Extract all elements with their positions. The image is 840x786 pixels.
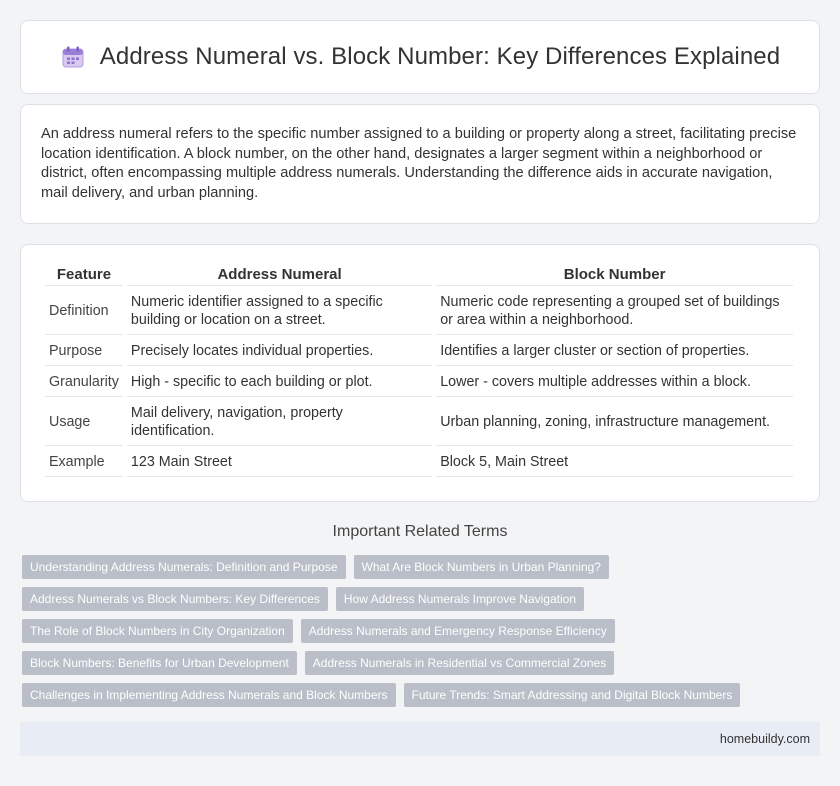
related-term-tag[interactable]: Address Numerals in Residential vs Comme… bbox=[304, 651, 615, 675]
row-block-number: Identifies a larger cluster or section o… bbox=[436, 337, 793, 366]
header-feature: Feature bbox=[45, 263, 123, 286]
row-feature: Granularity bbox=[45, 368, 123, 397]
row-address-numeral: Numeric identifier assigned to a specifi… bbox=[126, 288, 433, 335]
row-feature: Usage bbox=[45, 399, 123, 446]
row-address-numeral: 123 Main Street bbox=[126, 448, 433, 477]
title-wrap: Address Numeral vs. Block Number: Key Di… bbox=[60, 43, 780, 71]
table-row: Granularity High - specific to each buil… bbox=[45, 368, 793, 397]
row-feature: Purpose bbox=[45, 337, 123, 366]
table-row: Example 123 Main Street Block 5, Main St… bbox=[45, 448, 793, 477]
row-address-numeral: High - specific to each building or plot… bbox=[126, 368, 433, 397]
related-term-tag[interactable]: How Address Numerals Improve Navigation bbox=[335, 587, 584, 611]
table-row: Usage Mail delivery, navigation, propert… bbox=[45, 399, 793, 446]
related-term-tag[interactable]: Future Trends: Smart Addressing and Digi… bbox=[403, 683, 741, 707]
row-block-number: Block 5, Main Street bbox=[436, 448, 793, 477]
row-block-number: Urban planning, zoning, infrastructure m… bbox=[436, 399, 793, 446]
intro-card: An address numeral refers to the specifi… bbox=[20, 104, 820, 224]
row-feature: Definition bbox=[45, 288, 123, 335]
related-terms-tags: Understanding Address Numerals: Definiti… bbox=[22, 555, 822, 715]
footer: homebuildy.com bbox=[20, 722, 820, 756]
row-address-numeral: Mail delivery, navigation, property iden… bbox=[126, 399, 433, 446]
related-term-tag[interactable]: Challenges in Implementing Address Numer… bbox=[22, 683, 396, 707]
related-terms-title: Important Related Terms bbox=[332, 523, 508, 540]
header-block-number: Block Number bbox=[436, 263, 793, 286]
related-term-tag[interactable]: What Are Block Numbers in Urban Planning… bbox=[353, 555, 609, 579]
page-title: Address Numeral vs. Block Number: Key Di… bbox=[99, 43, 781, 70]
table-row: Purpose Precisely locates individual pro… bbox=[45, 337, 793, 366]
intro-text: An address numeral refers to the specifi… bbox=[41, 126, 797, 201]
row-address-numeral: Precisely locates individual properties. bbox=[126, 337, 433, 366]
header-address-numeral: Address Numeral bbox=[126, 263, 433, 286]
table-row: Definition Numeric identifier assigned t… bbox=[45, 288, 793, 335]
related-term-tag[interactable]: Address Numerals vs Block Numbers: Key D… bbox=[22, 587, 328, 611]
table-header-row: Feature Address Numeral Block Number bbox=[45, 263, 793, 286]
row-block-number: Lower - covers multiple addresses within… bbox=[436, 368, 793, 397]
related-term-tag[interactable]: Understanding Address Numerals: Definiti… bbox=[22, 555, 346, 579]
related-term-tag[interactable]: Block Numbers: Benefits for Urban Develo… bbox=[22, 651, 297, 675]
comparison-table: Feature Address Numeral Block Number Def… bbox=[41, 261, 797, 479]
comparison-table-card: Feature Address Numeral Block Number Def… bbox=[20, 244, 820, 502]
row-block-number: Numeric code representing a grouped set … bbox=[436, 288, 793, 335]
related-term-tag[interactable]: Address Numerals and Emergency Response … bbox=[300, 619, 615, 643]
related-term-tag[interactable]: The Role of Block Numbers in City Organi… bbox=[22, 619, 293, 643]
calendar-icon bbox=[60, 44, 86, 70]
row-feature: Example bbox=[45, 448, 123, 477]
footer-site-link[interactable]: homebuildy.com bbox=[720, 732, 810, 746]
header-card: Address Numeral vs. Block Number: Key Di… bbox=[20, 20, 820, 94]
